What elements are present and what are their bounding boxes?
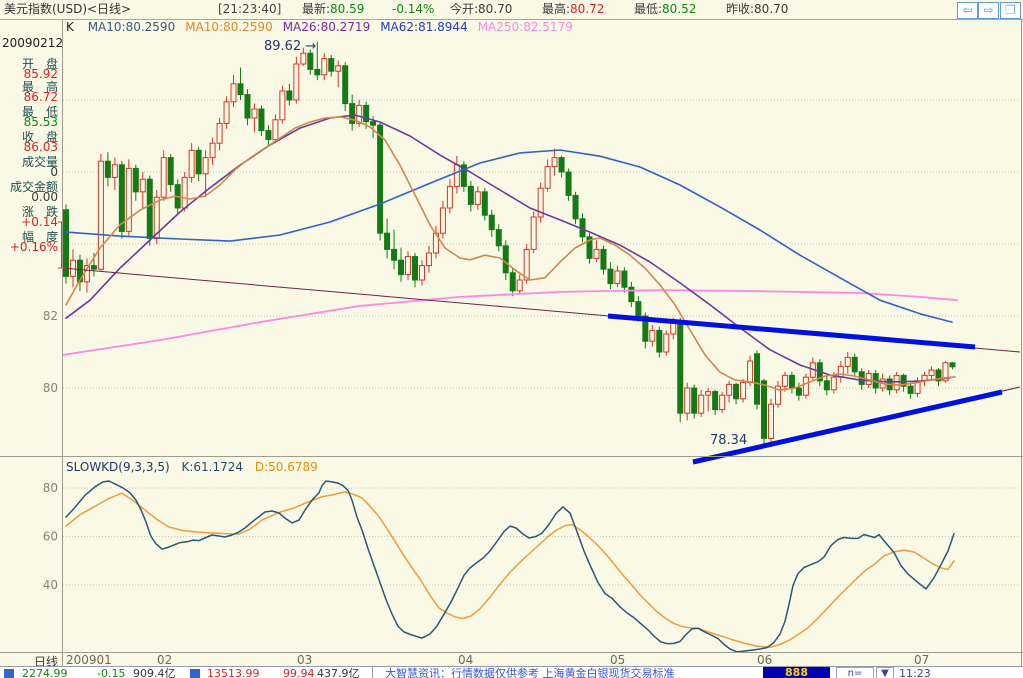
index1-change: -0.15 xyxy=(97,667,126,678)
ma-line-ma250 xyxy=(62,289,958,356)
axis-divider-vertical xyxy=(62,20,63,666)
svg-text:80: 80 xyxy=(43,481,58,495)
svg-text:06: 06 xyxy=(757,653,772,667)
status-bar: 2274.99 -0.15 909.4亿 13513.99 99.94 437.… xyxy=(0,666,1023,678)
svg-text:07: 07 xyxy=(914,653,929,667)
hotkey-badge[interactable]: 888 xyxy=(763,667,830,678)
svg-text:05: 05 xyxy=(610,653,625,667)
panel-divider xyxy=(0,456,1023,457)
price-chart-canvas[interactable]: 82 80 80 60 40 200901 02 03 04 05 06 07 89.62 → 78.34 xyxy=(0,0,1023,678)
status-mini-box-1[interactable]: n= xyxy=(836,667,874,678)
svg-text:40: 40 xyxy=(43,578,58,592)
trendline-support-thick[interactable] xyxy=(692,389,1003,465)
indicator-d-value: D:50.6789 xyxy=(254,460,318,474)
kd-line-k xyxy=(65,480,955,653)
svg-text:03: 03 xyxy=(297,653,312,667)
svg-text:78.34: 78.34 xyxy=(710,433,747,448)
xaxis-divider xyxy=(0,652,1023,653)
chart-application-window: 美元指数(USD)<日线> [21:23:40] 最新:80.59 -0.14%… xyxy=(0,0,1023,678)
kd-line-d xyxy=(65,491,955,648)
svg-text:02: 02 xyxy=(157,653,172,667)
index2-icon xyxy=(190,669,200,678)
index2-value[interactable]: 13513.99 xyxy=(207,668,260,678)
trendline-resistance-thick[interactable] xyxy=(607,313,976,350)
index1-icon xyxy=(4,669,14,678)
news-ticker[interactable]: 大智慧资讯：行情数据仅供参考 上海黄金白银现货交易标准 xyxy=(385,668,675,678)
status-time: 11:23 xyxy=(899,667,931,678)
svg-text:04: 04 xyxy=(458,653,473,667)
indicator-k-value: K:61.1724 xyxy=(181,460,244,474)
index1-volume: 909.4亿 xyxy=(133,667,176,678)
trendlines xyxy=(58,221,1021,465)
sub-indicator-title: SLOWKD(9,3,3,5) K:61.1724 D:50.6789 xyxy=(66,461,318,474)
svg-text:89.62 →: 89.62 → xyxy=(264,39,316,54)
index2-change: 99.94 xyxy=(283,667,315,678)
indicator-name: SLOWKD(9,3,3,5) xyxy=(66,460,170,474)
index2-volume: 437.9亿 xyxy=(317,667,360,678)
status-mini-box-2[interactable]: ▼ xyxy=(876,667,894,678)
status-divider xyxy=(372,667,373,678)
slowkd-lines xyxy=(65,480,955,653)
right-border xyxy=(1021,20,1022,666)
candlesticks xyxy=(63,41,956,448)
svg-text:82: 82 xyxy=(43,309,58,323)
svg-text:60: 60 xyxy=(43,530,58,544)
index1-value[interactable]: 2274.99 xyxy=(22,668,68,678)
svg-text:80: 80 xyxy=(43,381,58,395)
svg-text:200901: 200901 xyxy=(66,653,112,667)
